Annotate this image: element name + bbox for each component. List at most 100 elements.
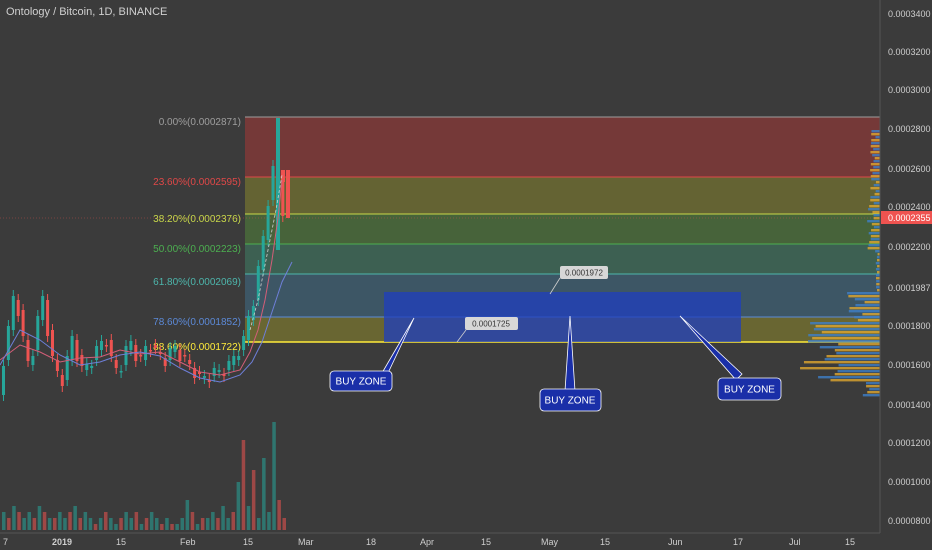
candle[interactable]	[2, 366, 5, 395]
volume-bar	[201, 518, 205, 530]
volume-profile-bar	[868, 247, 880, 249]
candle[interactable]	[203, 376, 206, 378]
volume-bar	[48, 518, 52, 530]
candle[interactable]	[242, 336, 245, 350]
volume-profile-bar	[866, 385, 880, 387]
candle[interactable]	[174, 346, 177, 352]
volume-profile-bar	[812, 337, 880, 339]
time-tick: 18	[366, 537, 376, 547]
volume-bar	[145, 518, 149, 530]
candle[interactable]	[183, 355, 186, 357]
volume-bar	[155, 518, 159, 530]
candle[interactable]	[227, 361, 230, 370]
volume-bar	[160, 524, 164, 530]
volume-profile-bar	[848, 295, 880, 297]
volume-bar	[252, 470, 256, 530]
candle[interactable]	[71, 336, 74, 360]
volume-bar	[237, 482, 241, 530]
time-tick: 15	[243, 537, 253, 547]
volume-bar	[191, 512, 195, 530]
candle[interactable]	[76, 340, 79, 361]
candle[interactable]	[154, 345, 157, 348]
volume-profile-bar	[876, 280, 880, 282]
candle[interactable]	[17, 300, 20, 316]
fib-label-0: 0.00%(0.0002871)	[159, 117, 241, 128]
volume-bar	[38, 506, 42, 530]
volume-profile-bar	[820, 346, 880, 348]
candle[interactable]	[139, 355, 142, 357]
volume-profile-bar	[866, 382, 880, 384]
chart-canvas[interactable]: 0.00%(0.0002871) 23.60%(0.0002595) 38.20…	[0, 0, 932, 550]
volume-profile-bar	[870, 169, 880, 171]
volume-profile-bar	[869, 241, 880, 243]
volume-bar	[242, 440, 246, 530]
volume-profile-bar	[872, 211, 880, 213]
candle[interactable]	[95, 346, 98, 360]
volume-profile-bar	[871, 238, 880, 240]
candle[interactable]	[46, 300, 49, 336]
volume-profile-bar	[808, 340, 880, 342]
candle[interactable]	[61, 375, 64, 386]
candle[interactable]	[267, 206, 270, 240]
candle[interactable]	[12, 296, 15, 330]
volume-bar	[130, 518, 134, 530]
price-note-text-upper: 0.0001972	[565, 269, 603, 278]
candle[interactable]	[85, 364, 88, 370]
volume-profile-bar	[871, 142, 880, 144]
candle[interactable]	[178, 350, 181, 361]
volume-bar	[12, 506, 16, 530]
fib-zone-0-236	[245, 117, 880, 177]
fib-label-382: 38.20%(0.0002376)	[153, 214, 241, 225]
volume-profile-bar	[810, 322, 880, 324]
volume-profile-bar	[876, 190, 880, 192]
volume-bar	[109, 518, 113, 530]
candle[interactable]	[125, 346, 128, 365]
candle[interactable]	[149, 350, 152, 352]
volume-profile-bar	[876, 262, 880, 264]
price-tick: 0.0003400	[888, 9, 931, 19]
candle[interactable]	[51, 330, 54, 356]
volume-profile-bar	[870, 199, 880, 201]
volume-bar	[175, 524, 179, 530]
candle[interactable]	[232, 356, 235, 365]
candle[interactable]	[120, 371, 123, 373]
volume-profile-bar	[871, 163, 880, 165]
candle[interactable]	[41, 296, 44, 320]
candle[interactable]	[237, 356, 240, 360]
candle[interactable]	[262, 236, 265, 270]
candle[interactable]	[218, 370, 221, 372]
price-axis[interactable]	[880, 0, 932, 550]
volume-bar	[211, 512, 215, 530]
price-tick: 0.0001000	[888, 477, 931, 487]
candle[interactable]	[188, 360, 191, 364]
candle[interactable]	[105, 345, 108, 347]
candle[interactable]	[31, 356, 34, 365]
candle[interactable]	[213, 368, 216, 376]
candle[interactable]	[90, 366, 93, 368]
candle[interactable]	[115, 360, 118, 368]
volume-profile-bar	[872, 172, 880, 174]
volume-profile-bar	[800, 367, 880, 369]
volume-profile-bar	[869, 388, 880, 390]
volume-bar	[119, 518, 123, 530]
buy-zone-rect[interactable]	[384, 292, 741, 342]
volume-profile-bar	[839, 364, 880, 366]
volume-profile-bar	[871, 130, 880, 132]
fib-zone-382-500	[245, 214, 880, 244]
candle[interactable]	[100, 341, 103, 350]
volume-profile-bar	[874, 202, 880, 204]
volume-profile-bar	[869, 244, 880, 246]
candle[interactable]	[27, 340, 30, 361]
volume-profile-bar	[869, 205, 880, 207]
candle[interactable]	[169, 348, 172, 360]
volume-profile-bar	[849, 310, 880, 312]
candle[interactable]	[272, 166, 275, 200]
candle[interactable]	[36, 316, 39, 350]
volume-bar	[28, 512, 32, 530]
candle[interactable]	[129, 341, 132, 350]
last-price-badge: 0.0002355	[881, 211, 932, 224]
volume-profile-bar	[876, 274, 880, 276]
candle[interactable]	[286, 170, 290, 218]
candle[interactable]	[247, 316, 250, 340]
volume-profile-bar	[876, 286, 880, 288]
